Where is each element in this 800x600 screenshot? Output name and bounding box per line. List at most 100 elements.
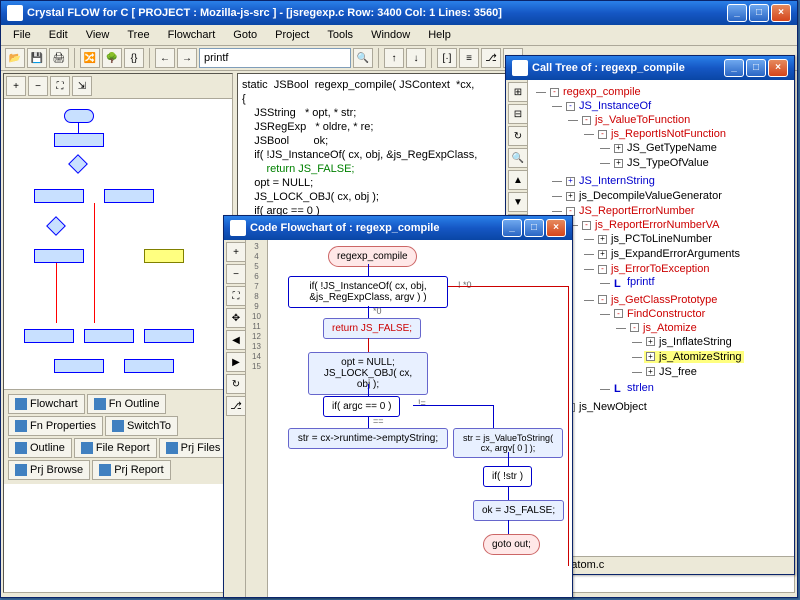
expand-icon[interactable]: + [614,144,623,153]
tool-down-icon[interactable]: ↓ [406,48,426,68]
expand-icon[interactable]: + [646,352,655,361]
flowchart-canvas[interactable]: regexp_compile if( !JS_InstanceOf( cx, o… [268,240,572,597]
menu-help[interactable]: Help [420,27,459,43]
ct-close-button[interactable]: × [768,59,788,77]
fc-loop-icon[interactable]: ↻ [226,374,246,394]
ct-maximize-button[interactable]: □ [746,59,766,77]
tool-search-icon[interactable]: 🔍 [353,48,373,68]
tool-branch-icon[interactable]: ⎇ [481,48,501,68]
flowchart-titlebar[interactable]: Code Flowchart of : regexp_compile _ □ × [224,216,572,240]
tree-node[interactable]: +js_DecompileValueGenerator [564,190,724,202]
fc-proc2-node[interactable]: str = cx->runtime->emptyString; [288,428,448,449]
expand-icon[interactable]: + [598,235,607,244]
fc-fit-icon[interactable]: ⛶ [226,286,246,306]
tool-open-icon[interactable]: 📂 [5,48,25,68]
tree-node[interactable]: -JS_ReportErrorNumber [564,205,697,217]
fc-zoomin-icon[interactable]: + [226,242,246,262]
fc-prev-icon[interactable]: ◀ [226,330,246,350]
tab-prj-files[interactable]: Prj Files [159,438,228,458]
tree-node[interactable]: +js_InflateString [644,336,734,348]
tree-node[interactable]: +js_PCToLineNumber [596,233,714,245]
tree-root[interactable]: -regexp_compile [548,86,643,98]
tab-fn-properties[interactable]: Fn Properties [8,416,103,436]
tree-node[interactable]: -js_ReportIsNotFunction [596,128,728,140]
menu-project[interactable]: Project [267,27,317,43]
fc-next-icon[interactable]: ▶ [226,352,246,372]
tool-tree-icon[interactable]: 🌳 [102,48,122,68]
mini-flowchart-canvas[interactable] [4,99,232,389]
menu-tree[interactable]: Tree [119,27,157,43]
mini-zoomout-icon[interactable]: − [28,76,48,96]
expand-icon[interactable]: - [630,323,639,332]
tree-node[interactable]: -js_Atomize [628,322,699,334]
ct-down-icon[interactable]: ▼ [508,192,528,212]
menu-view[interactable]: View [78,27,118,43]
expand-icon[interactable]: + [646,337,655,346]
fc-cond2-node[interactable]: if( argc == 0 ) [323,396,400,417]
fc-branch-icon[interactable]: ⎇ [226,396,246,416]
tree-node[interactable]: +JS_TypeOfValue [612,157,711,169]
main-titlebar[interactable]: Crystal FLOW for C [ PROJECT : Mozilla-j… [1,1,797,25]
tab-outline[interactable]: Outline [8,438,72,458]
minimize-button[interactable]: _ [727,4,747,22]
fc-zoomout-icon[interactable]: − [226,264,246,284]
tool-save-icon[interactable]: 💾 [27,48,47,68]
ct-up-icon[interactable]: ▲ [508,170,528,190]
tool-code-icon[interactable]: {} [124,48,144,68]
tree-node[interactable]: -js_GetClassPrototype [596,294,719,306]
tree-node[interactable]: Lstrlen [612,382,656,394]
close-button[interactable]: × [771,4,791,22]
menu-file[interactable]: File [5,27,39,43]
search-combo[interactable] [199,48,351,68]
tool-print-icon[interactable]: 🖨 [49,48,69,68]
ct-collapse-icon[interactable]: ⊟ [508,104,528,124]
tree-node[interactable]: -JS_InstanceOf [564,100,653,112]
tree-node[interactable]: -js_ValueToFunction [580,114,692,126]
expand-icon[interactable]: + [566,192,575,201]
expand-icon[interactable]: + [566,177,575,186]
tool-layers-icon[interactable]: ≡ [459,48,479,68]
expand-icon[interactable]: - [582,116,591,125]
menu-edit[interactable]: Edit [41,27,76,43]
tab-prj-browse[interactable]: Prj Browse [8,460,90,480]
tool-flowchart-icon[interactable]: 🔀 [80,48,100,68]
calltree-titlebar[interactable]: Call Tree of : regexp_compile _ □ × [506,56,794,80]
expand-icon[interactable]: - [598,295,607,304]
mini-zoomin-icon[interactable]: + [6,76,26,96]
tree-node[interactable]: -FindConstructor [612,308,707,320]
tree-node[interactable]: +js_ExpandErrorArguments [596,248,742,260]
tab-prj-report[interactable]: Prj Report [92,460,171,480]
menu-flowchart[interactable]: Flowchart [160,27,224,43]
menu-window[interactable]: Window [363,27,418,43]
ct-expand-icon[interactable]: ⊞ [508,82,528,102]
expand-icon[interactable]: + [646,367,655,376]
tree-node[interactable]: -js_ErrorToException [596,263,711,275]
fc-pan-icon[interactable]: ✥ [226,308,246,328]
fc-cond1-node[interactable]: if( !JS_InstanceOf( cx, obj, &js_RegExpC… [288,276,448,308]
tree-node[interactable]: Lfprintf [612,276,657,288]
tool-fwd-icon[interactable]: → [177,48,197,68]
tree-node[interactable]: -js_ReportErrorNumberVA [580,219,722,231]
mini-fit-icon[interactable]: ⛶ [50,76,70,96]
fc-return-node[interactable]: return JS_FALSE; [323,318,421,339]
fc-goto-node[interactable]: goto out; [483,534,540,555]
tool-up-icon[interactable]: ↑ [384,48,404,68]
expand-icon[interactable]: - [598,265,607,274]
fc-cond3-node[interactable]: if( !str ) [483,466,532,487]
expand-icon[interactable]: - [598,130,607,139]
tree-node[interactable]: +js_AtomizeString [644,351,744,363]
tab-file-report[interactable]: File Report [74,438,157,458]
fc-minimize-button[interactable]: _ [502,219,522,237]
expand-icon[interactable]: + [598,250,607,259]
expand-icon[interactable]: - [566,102,575,111]
tab-fn-outline[interactable]: Fn Outline [87,394,167,414]
expand-icon[interactable]: + [614,159,623,168]
fc-close-button[interactable]: × [546,219,566,237]
fc-maximize-button[interactable]: □ [524,219,544,237]
fc-proc4-node[interactable]: ok = JS_FALSE; [473,500,564,521]
ct-refresh-icon[interactable]: ↻ [508,126,528,146]
tree-node[interactable]: +JS_InternString [564,175,657,187]
tree-node[interactable]: +js_NewObject [564,401,649,413]
menu-tools[interactable]: Tools [319,27,361,43]
ct-find-icon[interactable]: 🔍 [508,148,528,168]
